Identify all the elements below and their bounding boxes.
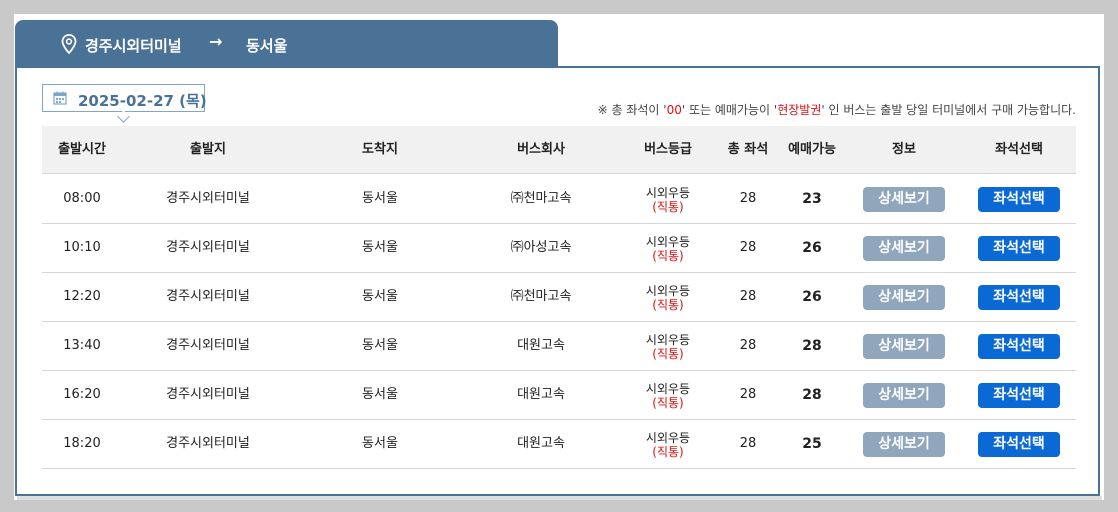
- total-seats: 28: [739, 338, 757, 353]
- bus-grade-type: (직통): [652, 200, 684, 214]
- bus-grade-name: 시외우등: [645, 186, 691, 200]
- detail-button[interactable]: 상세보기: [863, 187, 945, 212]
- notice-highlight-seats: 00: [666, 103, 682, 117]
- departure-time: 18:20: [63, 436, 101, 451]
- bus-grade-type: (직통): [652, 249, 684, 263]
- location-pin-icon: [61, 34, 77, 54]
- notice-suffix: ' 인 버스는 출발 당일 터미널에서 구매 가능합니다.: [821, 103, 1076, 117]
- seat-select-button[interactable]: 좌석선택: [978, 285, 1060, 310]
- total-seats: 28: [739, 436, 757, 451]
- bus-company: ㈜천마고속: [510, 191, 572, 206]
- available-seats: 28: [802, 338, 822, 354]
- total-seats: 28: [739, 387, 757, 402]
- departure-time: 13:40: [63, 338, 101, 353]
- seat-select-button[interactable]: 좌석선택: [978, 187, 1060, 212]
- route-header: 경주시외터미널 → 동서울: [15, 20, 558, 68]
- bus-grade-name: 시외우등: [645, 284, 691, 298]
- col-available: 예매가능: [788, 142, 836, 157]
- col-origin: 출발지: [190, 142, 226, 157]
- col-destination: 도착지: [362, 142, 398, 157]
- bus-grade: 시외우등 (직통): [646, 333, 690, 361]
- bus-grade: 시외우등 (직통): [646, 284, 690, 312]
- detail-button[interactable]: 상세보기: [863, 432, 945, 457]
- panel-shadow: [17, 496, 1102, 500]
- table-row: 08:00 경주시외터미널 동서울 ㈜천마고속 시외우등 (직통) 28 23 상세보기 좌석선택: [42, 175, 1076, 224]
- col-bus-company: 버스회사: [517, 142, 565, 157]
- detail-button[interactable]: 상세보기: [863, 236, 945, 261]
- bus-grade: 시외우등 (직통): [646, 186, 690, 214]
- detail-button[interactable]: 상세보기: [863, 334, 945, 359]
- bus-company: 대원고속: [517, 387, 565, 402]
- origin-terminal: 경주시외터미널: [166, 289, 250, 304]
- available-seats: 26: [802, 240, 822, 256]
- origin-terminal: 경주시외터미널: [166, 191, 250, 206]
- bus-grade: 시외우등 (직통): [646, 235, 690, 263]
- destination-terminal: 동서울: [362, 436, 398, 451]
- date-selector[interactable]: 2025-02-27 (목): [42, 84, 207, 123]
- bus-grade-type: (직통): [652, 445, 684, 459]
- table-row: 10:10 경주시외터미널 동서울 ㈜아성고속 시외우등 (직통) 28 26 상세보기 좌석선택: [42, 224, 1076, 273]
- col-bus-grade: 버스등급: [644, 142, 692, 157]
- destination-terminal: 동서울: [362, 289, 398, 304]
- col-total-seats: 총 좌석: [727, 142, 769, 157]
- available-seats: 26: [802, 289, 822, 305]
- origin-terminal: 경주시외터미널: [166, 436, 250, 451]
- available-seats: 28: [802, 387, 822, 403]
- seat-select-button[interactable]: 좌석선택: [978, 236, 1060, 261]
- destination-terminal: 동서울: [362, 338, 398, 353]
- table-row: 13:40 경주시외터미널 동서울 대원고속 시외우등 (직통) 28 28 상세보기 좌석선택: [42, 322, 1076, 371]
- departure-time: 10:10: [63, 240, 101, 255]
- origin-terminal: 경주시외터미널: [166, 387, 250, 402]
- bus-grade-type: (직통): [652, 396, 684, 410]
- departure-time: 12:20: [63, 289, 101, 304]
- seat-select-button[interactable]: 좌석선택: [978, 383, 1060, 408]
- bus-grade-name: 시외우등: [645, 431, 691, 445]
- departure-time: 08:00: [63, 191, 101, 206]
- seat-select-button[interactable]: 좌석선택: [978, 334, 1060, 359]
- date-label: 2025-02-27 (목): [78, 92, 207, 110]
- seat-select-button[interactable]: 좌석선택: [978, 432, 1060, 457]
- bus-grade: 시외우등 (직통): [646, 431, 690, 459]
- purchase-notice: ※ 총 좌석이 '00' 또는 예매가능이 '현장발권' 인 버스는 출발 당일…: [598, 101, 1076, 118]
- departure-time: 16:20: [63, 387, 101, 402]
- total-seats: 28: [739, 240, 757, 255]
- table-header: 출발시간 출발지 도착지 버스회사 버스등급 총 좌석 예매가능 정보 좌석선택: [42, 126, 1076, 174]
- notice-prefix: ※ 총 좌석이 ': [597, 103, 667, 117]
- bus-grade: 시외우등 (직통): [646, 382, 690, 410]
- route-arrow-icon: →: [209, 32, 223, 51]
- available-seats: 23: [802, 191, 822, 207]
- bus-company: ㈜아성고속: [510, 240, 572, 255]
- total-seats: 28: [739, 289, 757, 304]
- bus-grade-name: 시외우등: [645, 333, 691, 347]
- detail-button[interactable]: 상세보기: [863, 383, 945, 408]
- bus-grade-type: (직통): [652, 298, 684, 312]
- col-info: 정보: [892, 142, 916, 157]
- bus-grade-type: (직통): [652, 347, 684, 361]
- bus-company: 대원고속: [517, 436, 565, 451]
- table-row: 12:20 경주시외터미널 동서울 ㈜천마고속 시외우등 (직통) 28 26 상세보기 좌석선택: [42, 273, 1076, 322]
- table-row: 18:20 경주시외터미널 동서울 대원고속 시외우등 (직통) 28 25 상세보기 좌석선택: [42, 420, 1076, 469]
- col-seat-select: 좌석선택: [995, 142, 1043, 157]
- notice-highlight-onsite: 현장발권: [777, 103, 822, 117]
- origin-terminal: 경주시외터미널: [166, 240, 250, 255]
- destination-terminal: 동서울: [362, 387, 398, 402]
- bus-grade-name: 시외우등: [645, 235, 691, 249]
- available-seats: 25: [802, 436, 822, 452]
- route-origin: 경주시외터미널: [85, 37, 182, 55]
- detail-button[interactable]: 상세보기: [863, 285, 945, 310]
- route-destination: 동서울: [246, 37, 288, 55]
- bus-company: ㈜천마고속: [510, 289, 572, 304]
- bus-company: 대원고속: [517, 338, 565, 353]
- notice-middle: ' 또는 예매가능이 ': [681, 103, 778, 117]
- destination-terminal: 동서울: [362, 240, 398, 255]
- destination-terminal: 동서울: [362, 191, 398, 206]
- origin-terminal: 경주시외터미널: [166, 338, 250, 353]
- bus-grade-name: 시외우등: [645, 382, 691, 396]
- table-row: 16:20 경주시외터미널 동서울 대원고속 시외우등 (직통) 28 28 상세보기 좌석선택: [42, 371, 1076, 420]
- calendar-icon: [53, 91, 67, 105]
- col-departure-time: 출발시간: [58, 142, 106, 157]
- total-seats: 28: [739, 191, 757, 206]
